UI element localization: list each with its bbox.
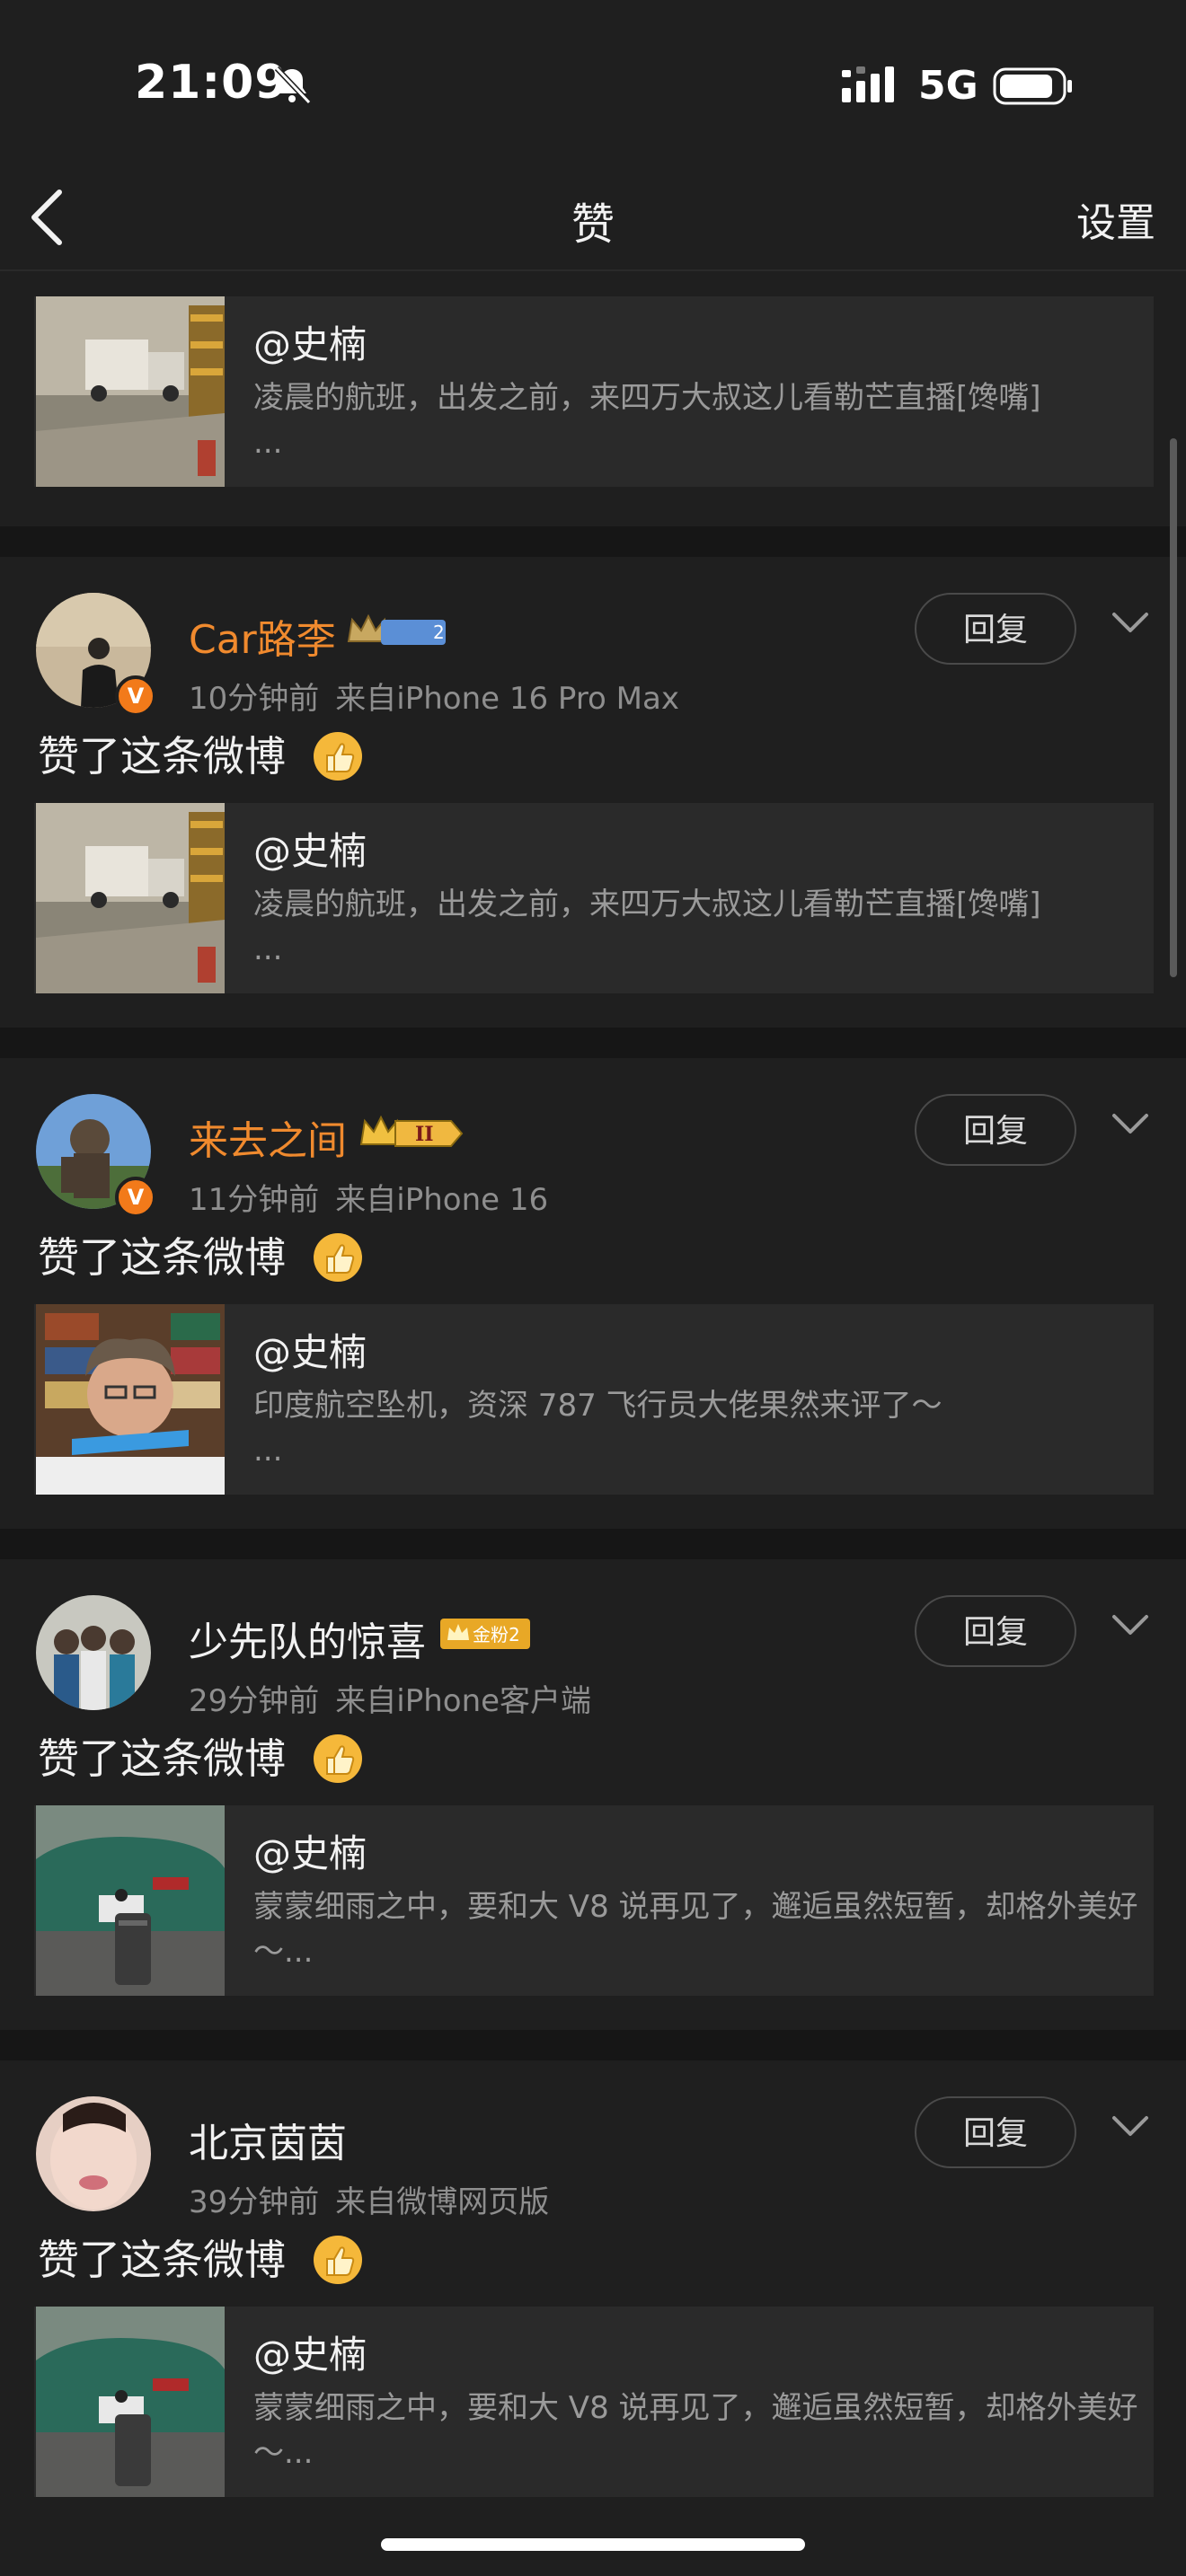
crown-level-badge-icon: 2 [347, 613, 446, 645]
thumbs-up-icon [313, 1232, 362, 1282]
post-thumbnail [36, 296, 225, 487]
like-notification: V 来去之间 II 11分钟前 来自iPhone 16 回复 赞了这条微博 @史… [0, 1058, 1186, 1495]
quoted-post[interactable]: @史楠 蒙蒙细雨之中，要和大 V8 说再见了，邂逅虽然短暂，却格外美好～... [34, 1805, 1154, 1996]
action-text: 赞了这条微博 [38, 2236, 286, 2284]
signal-icon [842, 66, 894, 102]
avatar[interactable] [36, 2096, 151, 2211]
reply-button[interactable]: 回复 [915, 2096, 1076, 2168]
separator [0, 526, 1186, 557]
post-thumbnail [36, 1304, 225, 1495]
thumbs-up-icon [313, 731, 362, 781]
partial-card: @史楠 凌晨的航班，出发之前，来四万大叔这儿看勒芒直播[馋嘴] ... [0, 271, 1186, 526]
crown-level-badge-icon: II [359, 1115, 464, 1147]
like-notification: V Car路李 2 10分钟前 来自iPhone 16 Pro Max 回复 赞了… [0, 557, 1186, 993]
settings-button[interactable]: 设置 [1076, 190, 1155, 248]
chevron-down-icon[interactable] [1111, 2113, 1150, 2139]
post-thumbnail [36, 803, 225, 993]
like-action: 赞了这条微博 [0, 1211, 1186, 1304]
username[interactable]: Car路李 [189, 607, 336, 665]
action-text: 赞了这条微博 [38, 732, 286, 781]
reply-button[interactable]: 回复 [915, 1595, 1076, 1667]
quoted-text: 凌晨的航班，出发之前，来四万大叔这儿看勒芒直播[馋嘴] ... [253, 380, 1041, 461]
username[interactable]: 北京茵茵 [189, 2111, 347, 2168]
badge-level: 2 [433, 622, 445, 643]
quoted-author: @史楠 [253, 1831, 367, 1875]
quoted-post[interactable]: @史楠 印度航空坠机，资深 787 飞行员大佬果然来评了～ ... [34, 1304, 1154, 1495]
quoted-post[interactable]: @史楠 凌晨的航班，出发之前，来四万大叔这儿看勒芒直播[馋嘴] ... [34, 803, 1154, 993]
action-text: 赞了这条微博 [38, 1233, 286, 1282]
avatar[interactable] [36, 1595, 151, 1710]
quoted-author: @史楠 [253, 322, 367, 366]
quoted-text: 蒙蒙细雨之中，要和大 V8 说再见了，邂逅虽然短暂，却格外美好～... [253, 1889, 1138, 1970]
username[interactable]: 来去之间 [189, 1108, 347, 1166]
quoted-author: @史楠 [253, 2333, 367, 2377]
quoted-text: 蒙蒙细雨之中，要和大 V8 说再见了，邂逅虽然短暂，却格外美好～... [253, 2390, 1138, 2471]
bell-muted-icon [274, 66, 312, 105]
nav-bar: 赞 设置 [0, 171, 1186, 271]
badge-text: 金粉2 [473, 1624, 520, 1645]
chevron-down-icon[interactable] [1111, 1611, 1150, 1638]
quoted-text: 印度航空坠机，资深 787 飞行员大佬果然来评了～ ... [253, 1388, 943, 1469]
reply-button[interactable]: 回复 [915, 1094, 1076, 1166]
separator [0, 1529, 1186, 1559]
network-label: 5G [918, 63, 978, 109]
like-action: 赞了这条微博 [0, 1712, 1186, 1805]
page-title: 赞 [571, 199, 615, 250]
chevron-down-icon[interactable] [1111, 1110, 1150, 1137]
separator [0, 2030, 1186, 2060]
status-bar: 21:09 5G [0, 0, 1186, 171]
home-indicator[interactable] [381, 2538, 805, 2551]
action-text: 赞了这条微博 [38, 1734, 286, 1783]
like-action: 赞了这条微博 [0, 710, 1186, 803]
thumbs-up-icon [313, 1734, 362, 1783]
reply-button[interactable]: 回复 [915, 593, 1076, 665]
post-thumbnail [36, 2307, 225, 2497]
quoted-text: 凌晨的航班，出发之前，来四万大叔这儿看勒芒直播[馋嘴] ... [253, 887, 1041, 967]
separator [0, 1028, 1186, 1058]
quoted-author: @史楠 [253, 829, 367, 873]
username[interactable]: 少先队的惊喜 [189, 1610, 426, 1667]
quoted-author: @史楠 [253, 1330, 367, 1374]
like-action: 赞了这条微博 [0, 2213, 1186, 2307]
like-notification: 少先队的惊喜 金粉2 29分钟前 来自iPhone客户端 回复 赞了这条微博 @… [0, 1559, 1186, 1996]
thumbs-up-icon [313, 2235, 362, 2284]
badge-level: II [415, 1123, 434, 1146]
post-thumbnail [36, 1805, 225, 1996]
status-time: 21:09 [135, 56, 288, 110]
quoted-post[interactable]: @史楠 凌晨的航班，出发之前，来四万大叔这儿看勒芒直播[馋嘴] ... [34, 296, 1154, 487]
fan-badge-icon: 金粉2 [440, 1619, 530, 1649]
chevron-down-icon[interactable] [1111, 609, 1150, 636]
likes-feed: @史楠 凌晨的航班，出发之前，来四万大叔这儿看勒芒直播[馋嘴] ... V Ca… [0, 271, 1186, 2531]
quoted-post[interactable]: @史楠 蒙蒙细雨之中，要和大 V8 说再见了，邂逅虽然短暂，却格外美好～... [34, 2307, 1154, 2497]
scrollbar[interactable] [1170, 438, 1177, 977]
like-notification: 北京茵茵 39分钟前 来自微博网页版 回复 赞了这条微博 @史楠 蒙蒙细雨之中，… [0, 2060, 1186, 2497]
battery-icon [993, 67, 1072, 105]
